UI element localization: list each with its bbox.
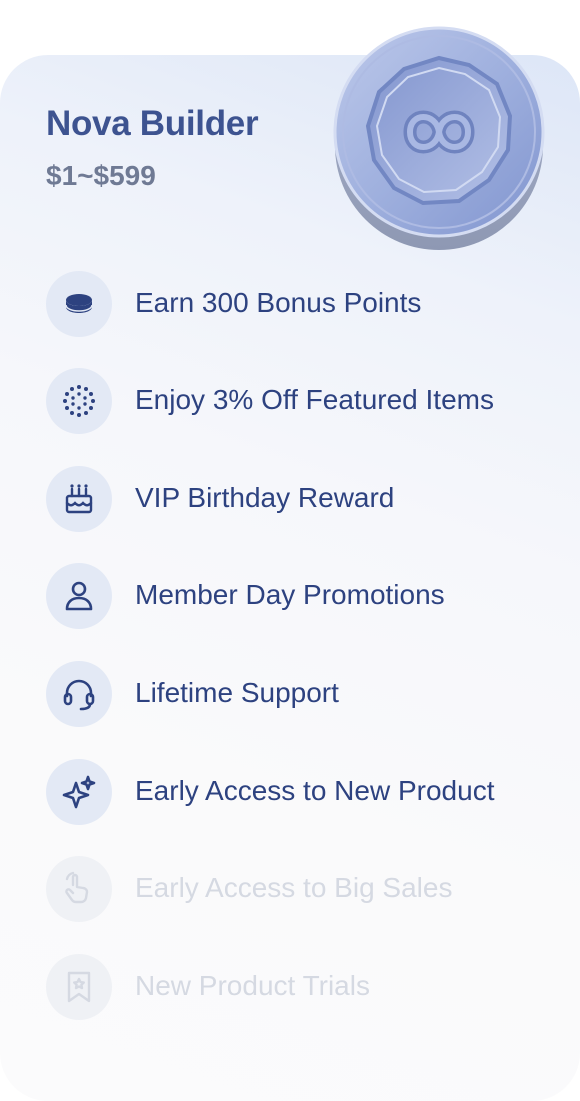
tap-hand-icon: [65, 871, 89, 904]
benefit-label: VIP Birthday Reward: [135, 482, 395, 513]
benefit-label: Enjoy 3% Off Featured Items: [135, 384, 494, 415]
headset-icon: [63, 679, 95, 711]
benefit-item: Lifetime Support: [46, 661, 566, 727]
benefit-item-locked: New Product Trials: [46, 954, 566, 1020]
benefit-label: Earn 300 Bonus Points: [135, 287, 422, 318]
benefit-item: Earn 300 Bonus Points: [46, 271, 566, 337]
benefits-list: Earn 300 Bonus Points Enjoy 3% Off Featu…: [0, 0, 580, 1101]
benefit-label: Early Access to New Product: [135, 775, 495, 806]
benefit-item: Member Day Promotions: [46, 563, 566, 629]
cake-icon: [65, 484, 93, 514]
coin-icon: [65, 294, 93, 313]
benefit-item: Early Access to New Product: [46, 759, 566, 825]
bookmark-icon: [67, 971, 91, 1003]
benefit-item-locked: Early Access to Big Sales: [46, 856, 566, 922]
benefit-label: Early Access to Big Sales: [135, 872, 453, 903]
benefit-label: Member Day Promotions: [135, 579, 445, 610]
benefit-label: New Product Trials: [135, 970, 370, 1001]
benefit-item: VIP Birthday Reward: [46, 466, 566, 532]
sparkle-icon: [62, 775, 96, 809]
person-icon: [65, 581, 93, 611]
benefit-label: Lifetime Support: [135, 677, 339, 708]
benefit-item: Enjoy 3% Off Featured Items: [46, 368, 566, 434]
discount-dots-icon: [63, 385, 95, 417]
